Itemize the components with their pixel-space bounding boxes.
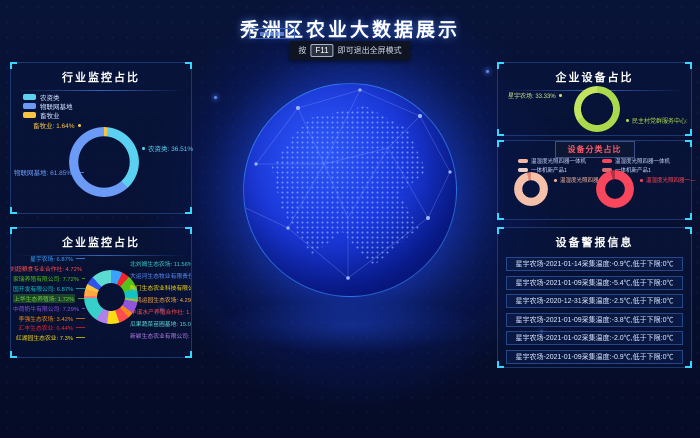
legend-item[interactable]: 温湿度光照四器一体机 (602, 157, 670, 165)
pie-label: 上华生态养殖场: 1.72% (13, 294, 85, 303)
pie-label: 星宇农场: 6.87% (13, 254, 85, 263)
alarm-row[interactable]: 星宇农场-2020-12-31采集温度:-2.5℃,低于下限:0℃ (506, 294, 683, 308)
globe (243, 83, 457, 297)
callout-service-center: 民主村党群服务中心: (626, 116, 688, 125)
alarm-row[interactable]: 星宇农场-2021-01-14采集温度:-0.9℃,低于下限:0℃ (506, 257, 683, 271)
industry-donut-chart[interactable] (69, 127, 139, 197)
pie-label: 丰溪水产养殖合作社: 1. (127, 307, 191, 316)
alarm-row[interactable]: 星宇农场-2021-01-09采集温度:-0.9℃,低于下限:0℃ (506, 350, 683, 364)
pie-label: 瓜果蔬菜苗圃基地: 15.02% (127, 319, 191, 328)
panel-enterprise-ratio: 企业监控占比 星宇农场: 6.87% 刘超粮食专业合作社: 4.72% 家瑞养殖… (10, 227, 192, 358)
panel-industry-ratio: 行业监控占比 农资类 物联网基地 畜牧业 畜牧业: 1.64% 农资类: 36.… (10, 62, 192, 214)
legend-item[interactable]: 畜牧业 (23, 110, 60, 120)
legend-swatch (23, 112, 36, 118)
particle (486, 70, 489, 73)
panel-device-ratio: 企业设备占比 星宇农场: 33.33% 民主村党群服务中心: (497, 62, 692, 136)
callout-iot-base: 物联网基地: 61.85% (14, 167, 84, 177)
page-title: 秀洲区农业大数据展示 (0, 15, 700, 42)
pie-label: 新颖生态农业有限公司: 6.879 (127, 331, 191, 340)
legend-swatch (23, 103, 36, 109)
callout-livestock: 畜牧业: 1.64% (33, 120, 81, 130)
panel-device-alarms: 设备警报信息 星宇农场-2021-01-14采集温度:-0.9℃,低于下限:0℃… (497, 227, 692, 368)
panel-title: 设备警报信息 (498, 228, 691, 250)
pie-label: 家瑞养殖有限公司: 7.72% (13, 274, 85, 283)
legend-swatch (23, 94, 36, 100)
hint-prefix: 按 (298, 45, 306, 56)
pie-label: 国开发有限公司: 6.87% (13, 284, 85, 293)
pie-label: 刘超粮食专业合作社: 4.72% (13, 264, 85, 273)
panel-title: 企业设备占比 (498, 63, 691, 85)
legend-item[interactable]: 温湿度光照四器一体机 (518, 157, 586, 165)
legend-label: 温湿度光照四器一体机 (531, 157, 586, 165)
callout-xingyu-farm: 星宇农场: 33.33% (508, 91, 562, 100)
pie-label: 陶门生态农业科技有限公 (127, 283, 191, 292)
callout-right: 温湿度光照四器一— (640, 176, 696, 184)
divider (17, 90, 185, 91)
classification-donut-left[interactable] (514, 172, 548, 206)
legend-swatch (602, 159, 612, 163)
classification-donut-right[interactable] (596, 170, 634, 208)
fullscreen-hint: 按 F11 即可退出全屏模式 (289, 41, 410, 60)
callout-agri-supplies: 农资类: 36.51% (142, 143, 193, 153)
particle (214, 96, 217, 99)
alarm-row[interactable]: 星宇农场-2021-01-09采集温度:-5.4℃,低于下限:0℃ (506, 276, 683, 290)
pie-label: 大运河生态牧业有限责任公 (127, 271, 191, 280)
hint-suffix: 即可退出全屏模式 (338, 45, 402, 56)
legend-swatch (518, 159, 528, 163)
pie-label: 李强生态农场: 3.42% (13, 314, 85, 323)
panel-title: 企业监控占比 (11, 228, 191, 250)
alarm-row[interactable]: 星宇农场-2021-01-09采集温度:-3.8℃,低于下限:0℃ (506, 313, 683, 327)
alarm-row[interactable]: 星宇农场-2021-01-02采集温度:-2.0℃,低于下限:0℃ (506, 331, 683, 345)
pie-label: 中荷奶牛有限公司: 7.29% (13, 304, 85, 313)
pie-label: 鸿运园生态农场: 4.29 (127, 295, 191, 304)
f11-keycap: F11 (310, 44, 333, 57)
pie-label: 汇丰生态农业: 6.44% (13, 323, 85, 332)
globe-reflection (215, 298, 485, 354)
logo-badge (249, 28, 295, 39)
legend-label: 畜牧业 (40, 110, 60, 120)
device-donut-chart[interactable] (574, 86, 620, 132)
globe-dot-map (255, 95, 446, 286)
legend-label: 温湿度光照四器一体机 (615, 157, 670, 165)
pie-label: 红湖园生态农业: 7.3% (13, 333, 85, 342)
panel-device-classification: 设备分类占比 温湿度光照四器一体机 一体机新产品1 温湿度光照四器一— 温湿度光… (497, 140, 692, 220)
classification-title-badge: 设备分类占比 (555, 141, 635, 158)
pie-label: 北刘姆生态农场: 11.56% (127, 259, 191, 268)
panel-title: 行业监控占比 (11, 63, 191, 85)
dashboard: 秀洲区农业大数据展示 按 F11 即可退出全屏模式 行业监控占比 农资类 物联网… (0, 0, 700, 438)
